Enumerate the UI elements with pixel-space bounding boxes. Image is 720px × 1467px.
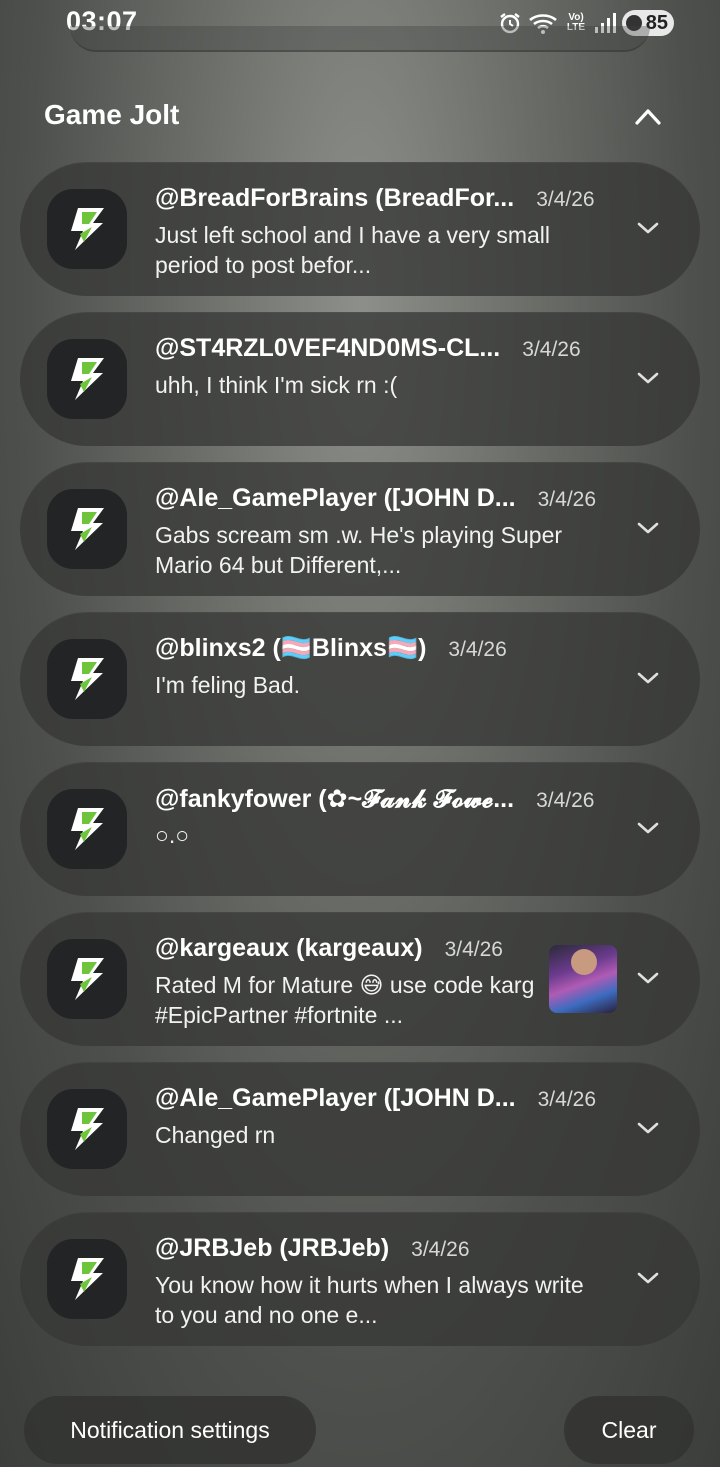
lightning-bolt-icon	[71, 1108, 104, 1150]
expand-chevron-icon[interactable]	[636, 368, 660, 388]
notification-title: @Ale_GamePlayer ([JOHN D...	[155, 484, 516, 512]
expand-chevron-icon[interactable]	[636, 1268, 660, 1288]
game-jolt-app-icon	[47, 789, 127, 869]
notification-card[interactable]: @Ale_GamePlayer ([JOHN D... 3/4/26 Chang…	[20, 1062, 700, 1196]
lightning-bolt-icon	[71, 658, 104, 700]
game-jolt-app-icon	[47, 1089, 127, 1169]
notification-body: Just left school and I have a very small…	[155, 222, 551, 278]
notification-time: 3/4/26	[537, 1088, 597, 1111]
notification-time: 3/4/26	[536, 188, 595, 211]
notification-title: @ST4RZL0VEF4ND0MS-CL...	[155, 334, 501, 362]
notification-title: @fankyfower (✿~𝓕𝓪𝓷𝓴 𝓕𝓸𝔀𝓮...	[155, 785, 515, 813]
lightning-bolt-icon	[71, 808, 104, 850]
game-jolt-app-icon	[47, 489, 127, 569]
notification-body: You know how it hurts when I always writ…	[155, 1272, 584, 1328]
game-jolt-app-icon	[47, 639, 127, 719]
notification-body: I'm feling Bad.	[155, 672, 301, 698]
notification-card[interactable]: @blinxs2 (🏳️‍⚧️Blinxs🏳️‍⚧️) 3/4/26 I'm f…	[20, 612, 700, 746]
game-jolt-app-icon	[47, 189, 127, 269]
expand-chevron-icon[interactable]	[636, 668, 660, 688]
notification-time: 3/4/26	[444, 938, 503, 961]
notification-body: Changed rn	[155, 1122, 276, 1148]
expand-chevron-icon[interactable]	[636, 218, 660, 238]
expand-chevron-icon[interactable]	[636, 1118, 660, 1138]
notification-time: 3/4/26	[536, 789, 595, 812]
notification-time: 3/4/26	[522, 338, 581, 361]
notification-body: uhh, I think I'm sick rn :(	[155, 372, 398, 398]
expand-chevron-icon[interactable]	[636, 518, 660, 538]
notification-settings-button[interactable]: Notification settings	[24, 1396, 316, 1464]
notification-title: @BreadForBrains (BreadFor...	[155, 184, 515, 212]
game-jolt-app-icon	[47, 939, 127, 1019]
lightning-bolt-icon	[71, 208, 104, 250]
notification-body: ○.○	[155, 822, 190, 848]
notification-title: @blinxs2 (🏳️‍⚧️Blinxs🏳️‍⚧️)	[155, 634, 427, 662]
notification-time: 3/4/26	[448, 638, 507, 661]
expand-chevron-icon[interactable]	[636, 818, 660, 838]
notification-title: @kargeaux (kargeaux)	[155, 934, 423, 962]
notification-body: Rated M for Mature 😅 use code karg #Epic…	[155, 972, 535, 1028]
notification-card[interactable]: @Ale_GamePlayer ([JOHN D... 3/4/26 Gabs …	[20, 462, 700, 596]
notification-time: 3/4/26	[411, 1238, 470, 1261]
notification-card[interactable]: @JRBJeb (JRBJeb) 3/4/26 You know how it …	[20, 1212, 700, 1346]
notification-card[interactable]: @ST4RZL0VEF4ND0MS-CL... 3/4/26 uhh, I th…	[20, 312, 700, 446]
notification-card[interactable]: @kargeaux (kargeaux) 3/4/26 Rated M for …	[20, 912, 700, 1046]
game-jolt-app-icon	[47, 339, 127, 419]
app-group-title: Game Jolt	[44, 99, 180, 130]
notification-thumbnail-image	[549, 945, 617, 1013]
notification-title: @Ale_GamePlayer ([JOHN D...	[155, 1084, 516, 1112]
notification-time: 3/4/26	[537, 488, 597, 511]
notification-title: @JRBJeb (JRBJeb)	[155, 1234, 390, 1262]
game-jolt-app-icon	[47, 1239, 127, 1319]
expand-chevron-icon[interactable]	[636, 968, 660, 988]
lightning-bolt-icon	[71, 958, 104, 1000]
lightning-bolt-icon	[71, 508, 104, 550]
previous-notification-edge[interactable]	[70, 26, 650, 52]
notification-body: Gabs scream sm .w. He's playing Super Ma…	[155, 522, 563, 578]
lightning-bolt-icon	[71, 358, 104, 400]
collapse-group-button[interactable]	[632, 103, 664, 129]
lightning-bolt-icon	[71, 1258, 104, 1300]
clear-button[interactable]: Clear	[564, 1396, 694, 1464]
notification-card[interactable]: @fankyfower (✿~𝓕𝓪𝓷𝓴 𝓕𝓸𝔀𝓮... 3/4/26 ○.○	[20, 762, 700, 896]
notification-card[interactable]: @BreadForBrains (BreadFor... 3/4/26 Just…	[20, 162, 700, 296]
